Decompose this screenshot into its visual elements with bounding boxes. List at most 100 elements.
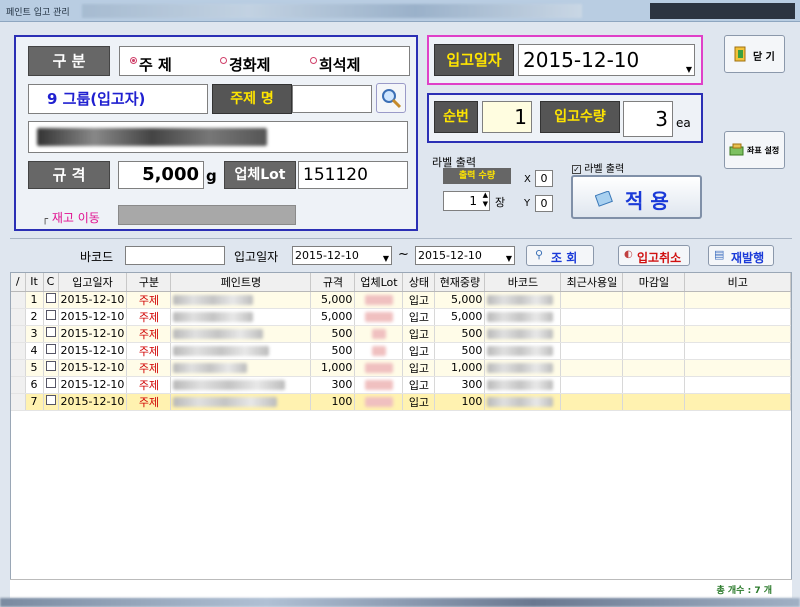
- cell-lot: [364, 294, 393, 305]
- magnifier-icon: [382, 89, 402, 109]
- cell-weight: 5,000: [434, 291, 486, 309]
- spec-label: 규 격: [28, 161, 110, 189]
- cell-barcode: [487, 345, 554, 356]
- receipt-date-picker[interactable]: 2015-12-10 ▼: [518, 44, 695, 76]
- qty-label: 입고수량: [540, 101, 620, 133]
- output-qty-value: 1: [469, 194, 477, 208]
- col-header-check[interactable]: C: [43, 273, 59, 292]
- spinner-arrows-icon[interactable]: ▲ ▼: [483, 191, 488, 209]
- col-header-status[interactable]: 상태: [402, 273, 436, 292]
- x-value[interactable]: 0: [535, 170, 553, 187]
- chevron-down-icon[interactable]: ▼: [506, 250, 512, 267]
- radio-main[interactable]: 주 제: [130, 54, 172, 75]
- col-header-it[interactable]: It: [25, 273, 44, 292]
- radio-hardener[interactable]: 경화제: [220, 54, 270, 75]
- table-row[interactable]: 4 2015-12-10 주제 500 입고 500: [11, 342, 791, 360]
- radio-thinner-label: 희석제: [319, 56, 361, 74]
- cell-date: 2015-12-10: [58, 359, 128, 377]
- col-header-deadline[interactable]: 마감일: [622, 273, 686, 292]
- main-name-input[interactable]: [292, 85, 372, 113]
- col-header-last-used[interactable]: 최근사용일: [560, 273, 624, 292]
- row-checkbox[interactable]: [45, 327, 56, 337]
- output-qty-spinner[interactable]: 1 ▲ ▼: [443, 191, 490, 211]
- stock-move-field: [118, 205, 296, 225]
- col-header-lot[interactable]: 업체Lot: [354, 273, 404, 292]
- col-header-type[interactable]: 구분: [126, 273, 172, 292]
- y-value[interactable]: 0: [535, 195, 553, 212]
- stock-move-checkbox[interactable]: ┌: [42, 214, 48, 225]
- grid-footer: 총 개수 : 7 개: [10, 579, 792, 598]
- date-from-picker[interactable]: 2015-12-10 ▼: [292, 246, 392, 265]
- col-header-rownum[interactable]: /: [11, 273, 26, 292]
- row-checkbox[interactable]: [45, 395, 56, 405]
- cell-spec: 1,000: [310, 359, 356, 377]
- row-checkbox[interactable]: [45, 361, 56, 371]
- cell-date: 2015-12-10: [58, 342, 128, 360]
- date-to-picker[interactable]: 2015-12-10 ▼: [415, 246, 515, 265]
- row-checkbox[interactable]: [45, 310, 56, 320]
- search-button[interactable]: ⚲ 조 회: [526, 245, 594, 266]
- table-row[interactable]: 1 2015-12-10 주제 5,000 입고 5,000: [11, 291, 791, 309]
- cell-status: 입고: [402, 342, 436, 360]
- table-row[interactable]: 6 2015-12-10 주제 300 입고 300: [11, 376, 791, 394]
- window-controls[interactable]: [650, 3, 795, 19]
- row-checkbox[interactable]: [45, 344, 56, 354]
- reissue-button[interactable]: ▤ 재발행: [708, 245, 774, 266]
- spec-value[interactable]: 5,000: [118, 161, 204, 189]
- radio-thinner-dot[interactable]: [310, 57, 317, 64]
- cell-date: 2015-12-10: [58, 308, 128, 326]
- label-output-checkbox[interactable]: ✓: [572, 165, 581, 174]
- col-header-weight[interactable]: 현재중량: [434, 273, 486, 292]
- apply-button[interactable]: 적 용: [571, 175, 702, 219]
- row-checkbox[interactable]: [45, 378, 56, 388]
- row-number: 3: [25, 325, 44, 343]
- cell-barcode: [487, 379, 554, 390]
- seq-value[interactable]: 1: [482, 101, 532, 133]
- table-row[interactable]: 3 2015-12-10 주제 500 입고 500: [11, 325, 791, 343]
- cell-type: 주제: [126, 359, 172, 377]
- cell-date: 2015-12-10: [58, 393, 128, 411]
- cell-barcode: [487, 311, 554, 322]
- cell-spec: 5,000: [310, 291, 356, 309]
- filter-date-label: 입고일자: [234, 250, 279, 264]
- row-checkbox[interactable]: [45, 293, 56, 303]
- table-row-selected[interactable]: 7 2015-12-10 주제 100 입고 100: [11, 393, 791, 411]
- cell-spec: 5,000: [310, 308, 356, 326]
- table-row[interactable]: 5 2015-12-10 주제 1,000 입고 1,000: [11, 359, 791, 377]
- cell-type: 주제: [126, 291, 172, 309]
- lot-value[interactable]: 151120: [298, 161, 408, 189]
- col-header-date[interactable]: 입고일자: [58, 273, 128, 292]
- main-name-search-button[interactable]: [376, 83, 406, 113]
- cell-spec: 500: [310, 325, 356, 343]
- coord-settings-label: 좌표 설정: [747, 146, 780, 155]
- chevron-down-icon[interactable]: ▼: [383, 250, 389, 267]
- col-header-spec[interactable]: 규격: [310, 273, 356, 292]
- close-button[interactable]: 닫 기: [724, 35, 785, 73]
- label-output-check[interactable]: ✓ 라벨 출력: [572, 160, 624, 175]
- col-header-barcode[interactable]: 바코드: [484, 273, 562, 292]
- cell-spec: 300: [310, 376, 356, 394]
- radio-main-dot[interactable]: [130, 57, 137, 64]
- taskbar-area: [0, 598, 800, 607]
- col-header-paint-name[interactable]: 페인트명: [170, 273, 312, 292]
- exit-door-icon: [734, 46, 746, 62]
- cancel-receipt-label: 입고취소: [637, 251, 682, 265]
- stock-move-check[interactable]: ┌ 재고 이동: [42, 209, 100, 226]
- row-number: 5: [25, 359, 44, 377]
- chevron-down-icon[interactable]: ▼: [686, 55, 692, 85]
- table-row[interactable]: 2 2015-12-10 주제 5,000 입고 5,000: [11, 308, 791, 326]
- cancel-icon: ◐: [624, 249, 633, 260]
- qty-value[interactable]: 3: [623, 101, 673, 137]
- radio-thinner[interactable]: 희석제: [310, 54, 360, 75]
- paint-name-display: [28, 121, 408, 153]
- reissue-label: 재발행: [731, 251, 765, 265]
- col-header-note[interactable]: 비고: [684, 273, 791, 292]
- coord-settings-button[interactable]: 좌표 설정: [724, 131, 785, 169]
- cell-paint-name: [173, 396, 278, 407]
- cancel-receipt-button[interactable]: ◐ 입고취소: [618, 245, 690, 266]
- paint-name-blurred: [37, 128, 267, 146]
- seq-label: 순번: [434, 101, 478, 133]
- radio-hardener-dot[interactable]: [220, 57, 227, 64]
- barcode-input[interactable]: [125, 246, 225, 265]
- cell-weight: 300: [434, 376, 486, 394]
